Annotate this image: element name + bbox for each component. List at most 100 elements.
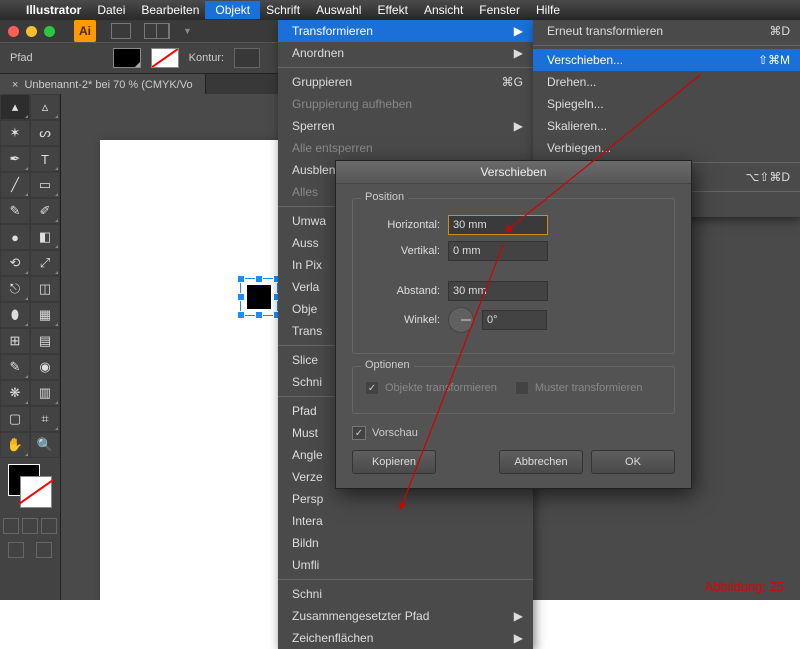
mesh-tool[interactable]: ⊞: [0, 328, 30, 354]
perspective-tool[interactable]: ▦: [30, 302, 60, 328]
kontur-label: Kontur:: [189, 52, 224, 64]
app-name[interactable]: Illustrator: [26, 3, 81, 17]
menu-item[interactable]: Skalieren...: [533, 115, 800, 137]
menu-effekt[interactable]: Effekt: [377, 3, 407, 17]
menu-objekt[interactable]: Objekt: [205, 1, 260, 19]
optionen-legend: Optionen: [361, 359, 414, 371]
menu-item[interactable]: Verbiegen...: [533, 137, 800, 159]
menu-item: Gruppierung aufheben: [278, 93, 533, 115]
menu-item[interactable]: Persp: [278, 488, 533, 510]
stroke-weight-field[interactable]: [234, 48, 260, 68]
menu-schrift[interactable]: Schrift: [266, 3, 300, 17]
selected-object[interactable]: [240, 278, 278, 316]
gradient-tool[interactable]: ▤: [30, 328, 60, 354]
menu-item[interactable]: Umfli: [278, 554, 533, 576]
figure-caption: Abbildung: 25: [704, 579, 784, 594]
position-legend: Position: [361, 191, 408, 203]
color-mode-3[interactable]: [41, 518, 57, 534]
menu-item[interactable]: Spiegeln...: [533, 93, 800, 115]
dialog-title: Verschieben: [336, 161, 691, 184]
type-tool[interactable]: T: [30, 146, 60, 172]
menu-item[interactable]: Sperren▶: [278, 115, 533, 137]
document-tab[interactable]: × Unbenannt-2* bei 70 % (CMYK/Vo: [0, 74, 206, 96]
abstand-label: Abstand:: [365, 285, 440, 297]
symbol-sprayer-tool[interactable]: ❋: [0, 380, 30, 406]
chevron-right-icon: ▶: [514, 46, 523, 60]
graph-tool[interactable]: ▥: [30, 380, 60, 406]
abstand-input[interactable]: [448, 281, 548, 301]
vorschau-checkbox[interactable]: ✓Vorschau: [352, 426, 675, 440]
artboard-tool[interactable]: ▢: [0, 406, 30, 432]
pencil-tool[interactable]: ✐: [30, 198, 60, 224]
chevron-down-icon[interactable]: ▼: [183, 26, 192, 36]
free-transform-tool[interactable]: ◫: [30, 276, 60, 302]
menu-item[interactable]: Zusammengesetzter Pfad▶: [278, 605, 533, 627]
screen-mode-row: [0, 538, 60, 562]
menu-item[interactable]: Zeichenflächen▶: [278, 627, 533, 649]
winkel-input[interactable]: [482, 310, 547, 330]
vertikal-input[interactable]: [448, 241, 548, 261]
screen-mode-2[interactable]: [36, 542, 52, 558]
line-tool[interactable]: ╱: [0, 172, 30, 198]
selection-tool[interactable]: ▴: [0, 94, 30, 120]
color-mode-2[interactable]: [22, 518, 38, 534]
rotate-tool[interactable]: ⟲: [0, 250, 30, 276]
menu-item[interactable]: Anordnen▶: [278, 42, 533, 64]
menu-item[interactable]: Verschieben...⇧⌘M: [533, 49, 800, 71]
zoom-tool[interactable]: 🔍: [30, 432, 60, 458]
fill-stroke-panel[interactable]: [0, 458, 60, 514]
eyedropper-tool[interactable]: ✎: [0, 354, 30, 380]
menu-item[interactable]: Drehen...: [533, 71, 800, 93]
mac-menubar: Illustrator Datei Bearbeiten Objekt Schr…: [0, 0, 800, 20]
menu-bearbeiten[interactable]: Bearbeiten: [141, 3, 199, 17]
minimize-window-button[interactable]: [26, 26, 37, 37]
app-icon: Ai: [74, 20, 96, 42]
menu-ansicht[interactable]: Ansicht: [424, 3, 463, 17]
color-mode-1[interactable]: [3, 518, 19, 534]
stroke-color[interactable]: [20, 476, 52, 508]
rectangle-tool[interactable]: ▭: [30, 172, 60, 198]
menu-item[interactable]: Intera: [278, 510, 533, 532]
screen-mode-1[interactable]: [8, 542, 24, 558]
eraser-tool[interactable]: ◧: [30, 224, 60, 250]
ok-button[interactable]: OK: [591, 450, 675, 474]
menu-item[interactable]: Transformieren▶: [278, 20, 533, 42]
zoom-window-button[interactable]: [44, 26, 55, 37]
close-tab-icon[interactable]: ×: [12, 79, 18, 91]
rectangle-object[interactable]: [247, 285, 271, 309]
menu-item[interactable]: Bildn: [278, 532, 533, 554]
tool-panel: ▴▵ ✶ᔕ ✒T ╱▭ ✎✐ ●◧ ⟲⤢ ⎋◫ ⬮▦ ⊞▤ ✎◉ ❋▥ ▢⌗ ✋…: [0, 94, 61, 600]
horizontal-input[interactable]: [448, 215, 548, 235]
pen-tool[interactable]: ✒: [0, 146, 30, 172]
toolbar-button-1[interactable]: [111, 23, 131, 39]
shape-builder-tool[interactable]: ⬮: [0, 302, 30, 328]
angle-dial[interactable]: [448, 307, 474, 333]
close-window-button[interactable]: [8, 26, 19, 37]
color-mode-row: [0, 514, 60, 538]
kopieren-button[interactable]: Kopieren: [352, 450, 436, 474]
menu-auswahl[interactable]: Auswahl: [316, 3, 361, 17]
abbrechen-button[interactable]: Abbrechen: [499, 450, 583, 474]
blend-tool[interactable]: ◉: [30, 354, 60, 380]
menu-item[interactable]: Gruppieren⌘G: [278, 71, 533, 93]
position-fieldset: Position Horizontal: Vertikal: Abstand: …: [352, 198, 675, 354]
magic-wand-tool[interactable]: ✶: [0, 120, 30, 146]
objekte-transformieren-checkbox: ✓Objekte transformieren: [365, 381, 497, 395]
blob-brush-tool[interactable]: ●: [0, 224, 30, 250]
direct-selection-tool[interactable]: ▵: [30, 94, 60, 120]
lasso-tool[interactable]: ᔕ: [30, 120, 60, 146]
menu-datei[interactable]: Datei: [97, 3, 125, 17]
slice-tool[interactable]: ⌗: [30, 406, 60, 432]
stroke-swatch[interactable]: [151, 48, 179, 68]
paintbrush-tool[interactable]: ✎: [0, 198, 30, 224]
menu-item[interactable]: Schni: [278, 583, 533, 605]
layout-switcher[interactable]: [144, 23, 170, 39]
scale-tool[interactable]: ⤢: [30, 250, 60, 276]
chevron-right-icon: ▶: [514, 24, 523, 38]
hand-tool[interactable]: ✋: [0, 432, 30, 458]
menu-hilfe[interactable]: Hilfe: [536, 3, 560, 17]
width-tool[interactable]: ⎋: [0, 276, 30, 302]
menu-item[interactable]: Erneut transformieren⌘D: [533, 20, 800, 42]
menu-fenster[interactable]: Fenster: [479, 3, 520, 17]
fill-swatch[interactable]: [113, 48, 141, 68]
